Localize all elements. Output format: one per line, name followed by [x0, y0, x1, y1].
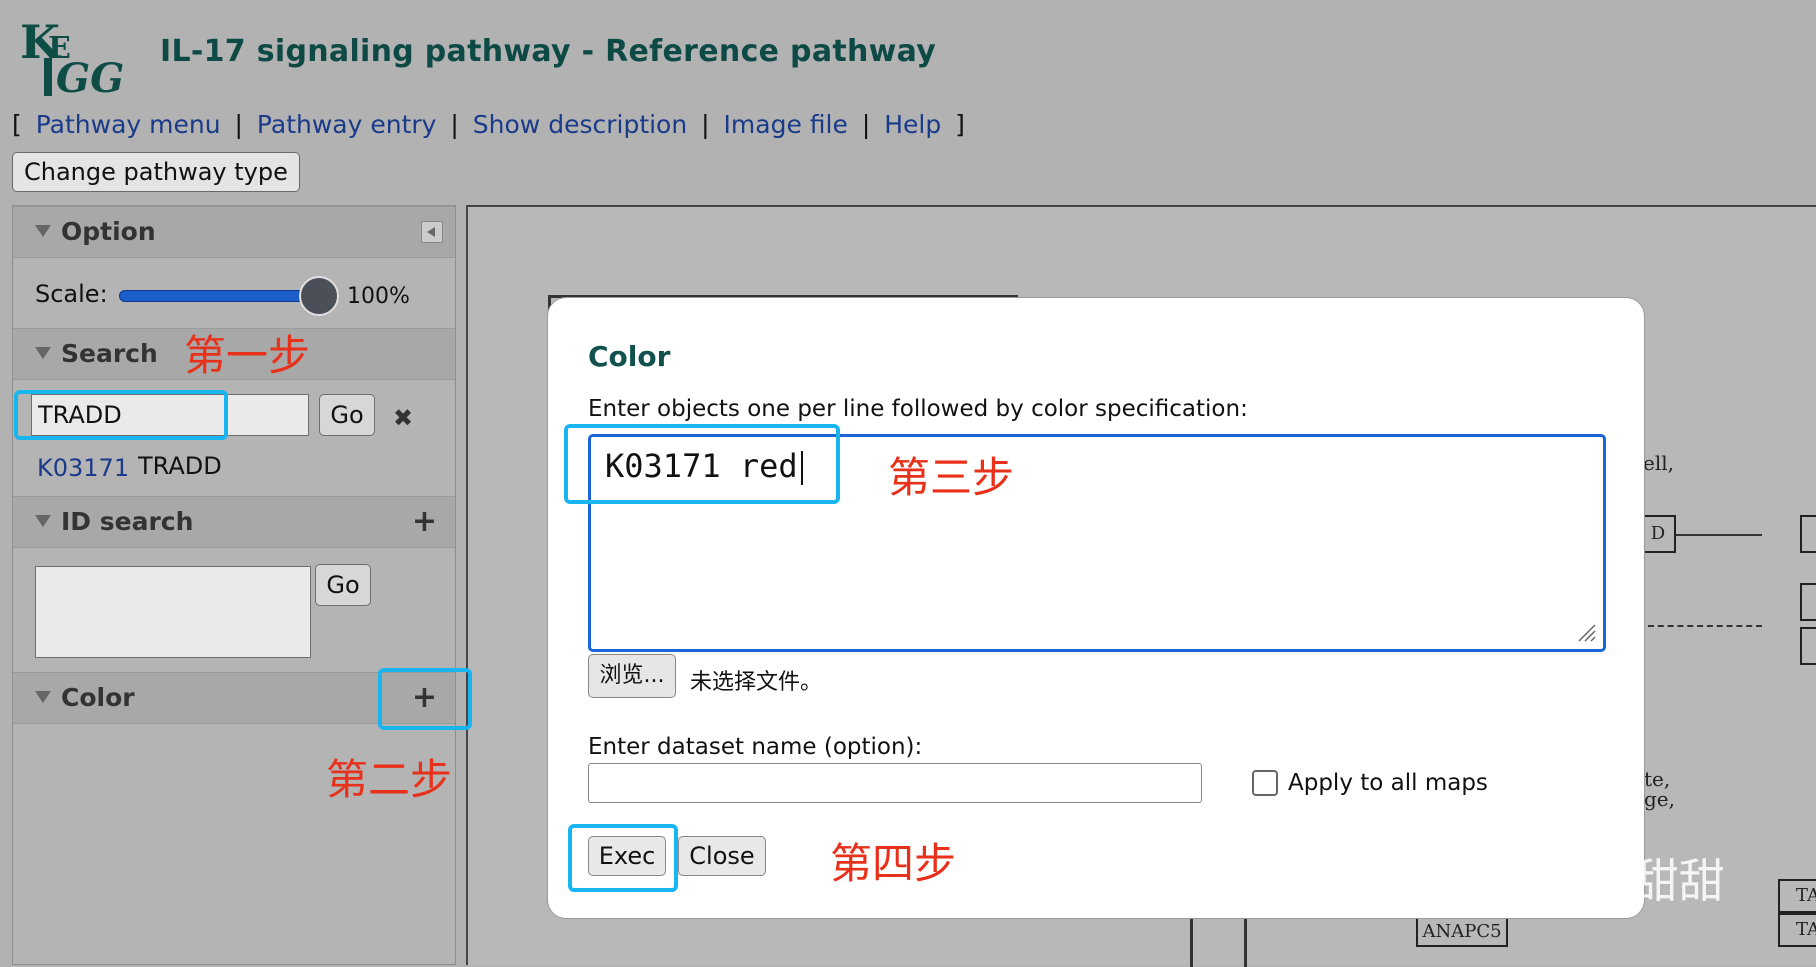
menu-show-description[interactable]: Show description — [473, 110, 687, 139]
search-go-button[interactable]: Go — [319, 394, 375, 436]
dialog-prompt: Enter objects one per line followed by c… — [588, 396, 1248, 422]
dialog-title: Color — [588, 340, 671, 373]
browse-file-button[interactable]: 浏览... — [588, 654, 676, 698]
clear-search-icon[interactable]: ✖ — [393, 404, 413, 432]
id-search-section-header[interactable]: ID search + — [13, 496, 455, 548]
highlight-exec-button — [568, 824, 678, 892]
menu-help[interactable]: Help — [884, 110, 941, 139]
watermark: 知乎 @甜甜 — [1480, 854, 1725, 908]
resize-grip-icon[interactable] — [1575, 621, 1597, 643]
map-gene-box[interactable]: ANAPC5 — [1416, 917, 1508, 947]
collapse-panel-icon[interactable] — [421, 221, 443, 243]
highlight-color-plus — [378, 668, 472, 730]
close-button[interactable]: Close — [678, 836, 766, 876]
step4-annotation: 第四步 — [830, 839, 957, 888]
color-label: Color — [61, 683, 135, 712]
step3-annotation: 第三步 — [888, 453, 1015, 502]
map-arrow — [1676, 534, 1762, 536]
change-pathway-type-button[interactable]: Change pathway type — [12, 152, 300, 192]
map-gene-box[interactable]: TA — [1778, 879, 1816, 913]
search-label: Search — [61, 339, 158, 368]
triangle-down-icon — [35, 515, 51, 527]
map-label: ge, — [1644, 787, 1675, 811]
scale-label: Scale: — [35, 280, 108, 308]
pathway-menu-bar: [ Pathway menu | Pathway entry | Show de… — [12, 110, 965, 139]
svg-text:GG: GG — [56, 55, 124, 100]
id-search-textarea[interactable] — [35, 566, 311, 658]
page-title: IL-17 signaling pathway - Reference path… — [160, 34, 937, 69]
dataset-name-input[interactable] — [588, 763, 1202, 803]
expand-plus-icon[interactable]: + — [412, 497, 437, 547]
triangle-down-icon — [35, 225, 51, 237]
menu-image-file[interactable]: Image file — [724, 110, 848, 139]
map-gene-box[interactable] — [1800, 627, 1816, 665]
apply-all-maps-label: Apply to all maps — [1288, 770, 1488, 796]
dataset-name-label: Enter dataset name (option): — [588, 734, 923, 760]
map-gene-box[interactable] — [1800, 515, 1816, 553]
map-gene-box[interactable] — [1800, 583, 1816, 621]
menu-pathway-entry[interactable]: Pathway entry — [257, 110, 437, 139]
map-gene-box[interactable]: TA — [1778, 913, 1816, 947]
scale-slider-track[interactable] — [119, 290, 321, 302]
no-file-selected-label: 未选择文件。 — [690, 670, 823, 695]
kegg-logo-icon: K E GG — [20, 15, 124, 100]
step1-annotation: 第一步 — [184, 331, 311, 380]
menu-pathway-menu[interactable]: Pathway menu — [36, 110, 221, 139]
step2-annotation: 第二步 — [326, 755, 453, 804]
apply-all-maps-checkbox[interactable] — [1252, 770, 1278, 796]
option-label: Option — [61, 217, 156, 246]
map-label: ell, — [1643, 451, 1674, 475]
left-panel: Option Scale: 100% Search TRADD Go ✖ K03… — [12, 205, 456, 965]
search-result-id-link[interactable]: K03171 — [37, 454, 129, 482]
scale-value: 100% — [347, 284, 410, 309]
map-gene-box[interactable]: D — [1640, 515, 1676, 553]
option-section-header[interactable]: Option — [13, 206, 455, 258]
highlight-search-input — [14, 390, 228, 440]
scale-slider-handle[interactable] — [299, 276, 339, 316]
map-dashed-arrow — [1648, 625, 1762, 627]
color-dialog: Color Enter objects one per line followe… — [548, 298, 1644, 918]
triangle-down-icon — [35, 347, 51, 359]
triangle-down-icon — [35, 691, 51, 703]
search-result-name: TRADD — [138, 452, 222, 480]
id-search-label: ID search — [61, 507, 194, 536]
id-search-go-button[interactable]: Go — [315, 564, 371, 606]
highlight-textarea-entry — [564, 424, 840, 504]
